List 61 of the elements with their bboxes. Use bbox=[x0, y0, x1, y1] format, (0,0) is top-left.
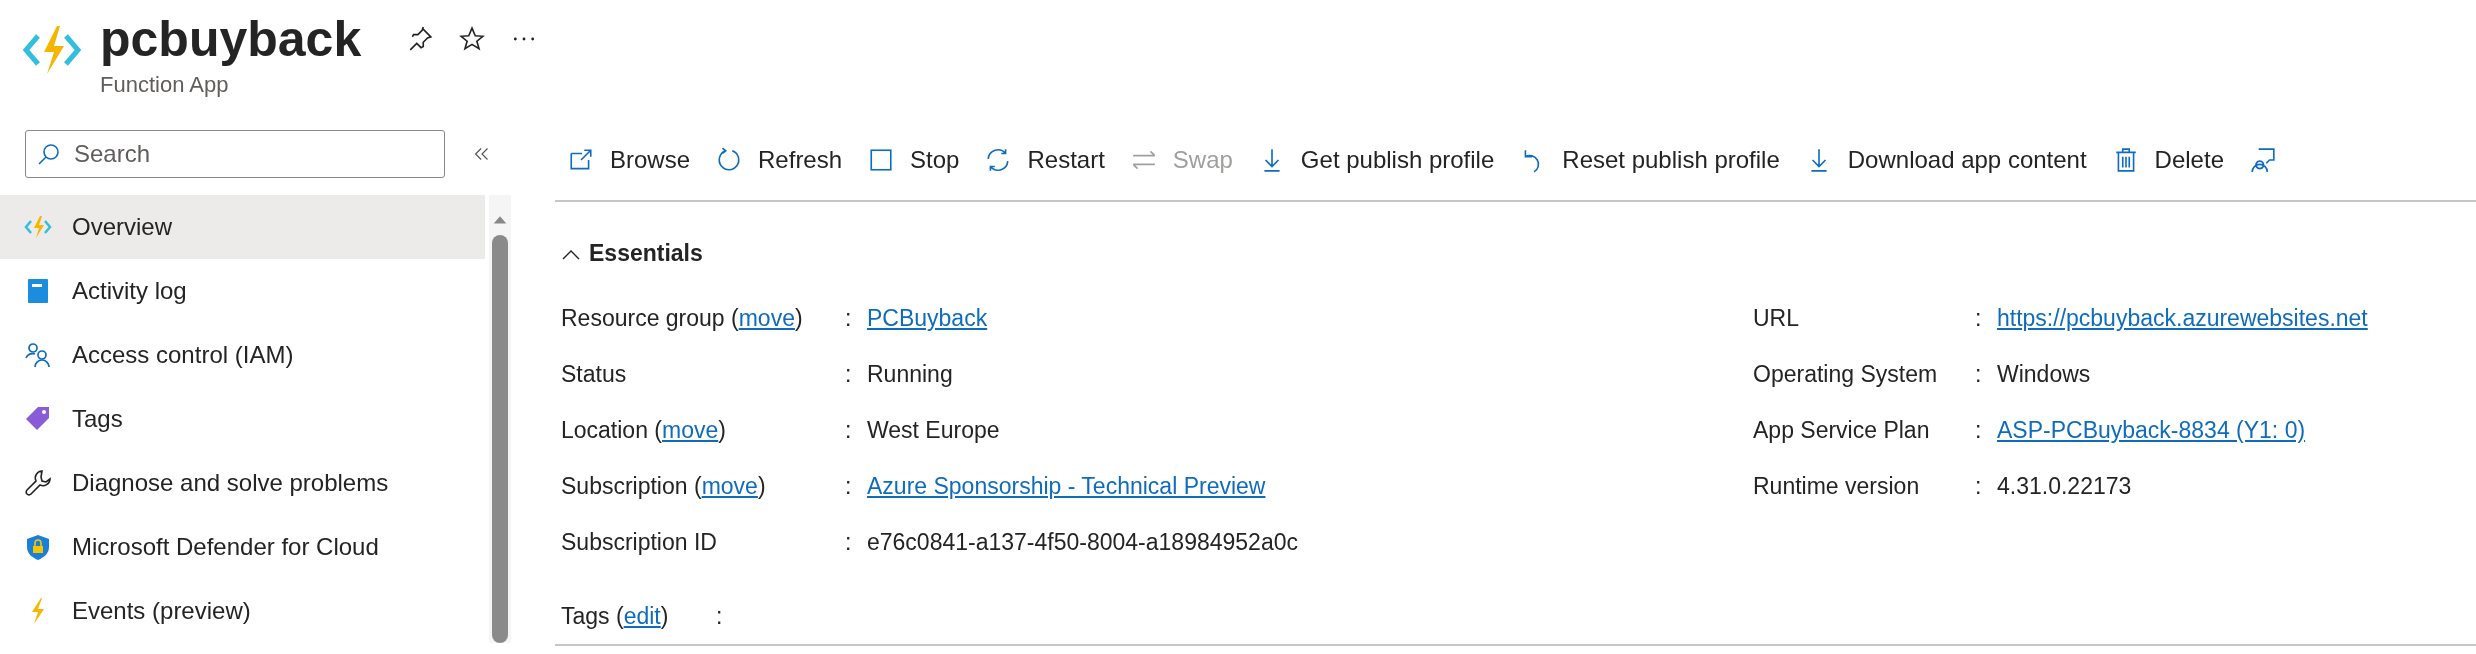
colon: : bbox=[1975, 416, 1983, 444]
colon: : bbox=[845, 528, 853, 556]
nav-item[interactable]: Access control (IAM) bbox=[0, 323, 485, 387]
field-value: e76c0841-a137-4f50-8004-a18984952a0c bbox=[867, 528, 1298, 556]
people-icon bbox=[24, 341, 52, 369]
toolbar-button[interactable]: Download app content bbox=[1792, 135, 2100, 185]
pin-icon[interactable] bbox=[407, 26, 434, 52]
toolbar-button[interactable]: Delete bbox=[2099, 135, 2237, 185]
colon: : bbox=[845, 304, 853, 332]
shield-lock-icon bbox=[24, 533, 52, 561]
colon: : bbox=[1975, 472, 1983, 500]
toolbar-button[interactable]: Restart bbox=[972, 135, 1118, 185]
scrollbar[interactable] bbox=[489, 195, 511, 643]
field-label: Subscription (move) bbox=[561, 472, 767, 500]
colon: : bbox=[845, 472, 853, 500]
feedback-icon bbox=[2250, 147, 2276, 173]
field-label: Subscription ID bbox=[561, 528, 718, 556]
field-value-link[interactable]: Azure Sponsorship - Technical Preview bbox=[867, 472, 1298, 500]
colon: : bbox=[1975, 304, 1983, 332]
field-label: Resource group (move) bbox=[561, 304, 804, 332]
move-link[interactable]: move bbox=[738, 304, 795, 331]
resource-title: pcbuyback bbox=[100, 10, 362, 68]
toolbar-button[interactable]: Refresh bbox=[703, 135, 856, 185]
tag-icon bbox=[24, 405, 52, 433]
field-label: Runtime version bbox=[1753, 472, 1921, 500]
field-value: Windows bbox=[1997, 360, 2092, 388]
field-value: West Europe bbox=[867, 416, 1001, 444]
field-value-link[interactable]: ASP-PCBuyback-8834 (Y1: 0) bbox=[1997, 416, 2368, 444]
nav-item[interactable]: Diagnose and solve problems bbox=[0, 451, 485, 515]
field-label: URL bbox=[1753, 304, 1800, 332]
colon: : bbox=[1975, 360, 1983, 388]
toolbar-button[interactable]: Stop bbox=[855, 135, 973, 185]
essentials-toggle[interactable]: Essentials bbox=[561, 240, 703, 267]
toolbar-button[interactable]: Get publish profile bbox=[1245, 135, 1508, 185]
nav-item[interactable]: Microsoft Defender for Cloud bbox=[0, 515, 485, 579]
field-label: Location (move) bbox=[561, 416, 727, 444]
star-icon[interactable] bbox=[459, 26, 486, 52]
field-label: Operating System bbox=[1753, 360, 1939, 388]
refresh-icon bbox=[716, 147, 743, 173]
colon: : bbox=[845, 416, 853, 444]
nav-item[interactable]: Overview bbox=[0, 195, 485, 259]
field-value: 4.31.0.22173 bbox=[1997, 472, 2133, 500]
field-label: App Service Plan bbox=[1753, 416, 1931, 444]
field-value: Running bbox=[867, 360, 954, 388]
nav-item[interactable]: Events (preview) bbox=[0, 579, 485, 643]
resource-type: Function App bbox=[100, 72, 230, 98]
wrench-icon bbox=[24, 469, 52, 497]
nav-item[interactable]: Tags bbox=[0, 387, 485, 451]
field-label: Status bbox=[561, 360, 628, 388]
move-link[interactable]: move bbox=[701, 472, 758, 499]
toolbar-button[interactable]: Reset publish profile bbox=[1507, 135, 1793, 185]
field-value-link[interactable]: PCBuyback bbox=[867, 304, 1298, 332]
field-label: Tags (edit) bbox=[561, 602, 670, 630]
search-icon bbox=[37, 142, 61, 166]
stop-icon bbox=[868, 147, 895, 173]
toolbar-button[interactable]: Browse bbox=[555, 135, 704, 185]
nav-item[interactable]: Activity log bbox=[0, 259, 485, 323]
colon: : bbox=[845, 360, 853, 388]
search-field[interactable]: Search bbox=[25, 130, 445, 178]
colon: : bbox=[716, 602, 724, 630]
field-value-link[interactable]: https://pcbuyback.azurewebsites.net bbox=[1997, 304, 2368, 332]
